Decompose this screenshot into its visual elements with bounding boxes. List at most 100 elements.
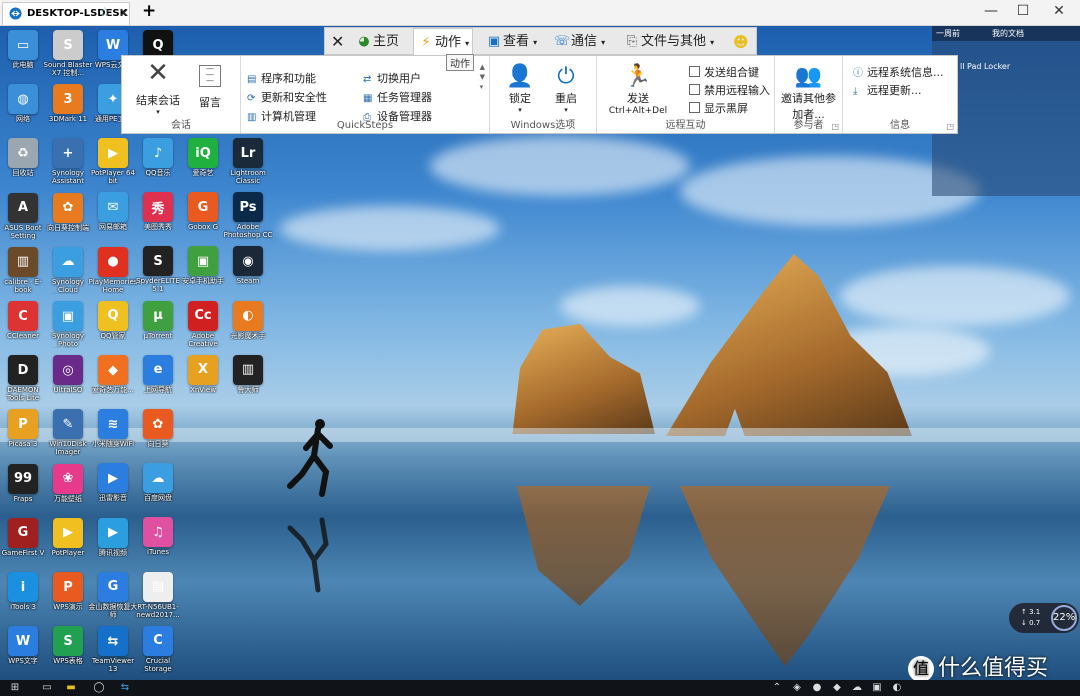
send-ctrl-alt-del-button[interactable]: 🏃 发送 Ctrl+Alt+Del [603,64,673,116]
tray-shield-icon[interactable]: ◈ [790,681,804,695]
desktop-icon[interactable]: + Synology Assistant [43,138,93,185]
desktop-icon[interactable]: CcAdobe Creative Cloud [178,300,228,348]
desktop-icon[interactable]: G GameFirst V [0,517,48,557]
desktop-icon[interactable]: ✎ Win10Disk Imager [43,409,93,456]
quickstep-programs[interactable]: ▤ 程序和功能 [247,70,316,86]
close-session-icon[interactable]: ✕ [331,32,344,52]
quickstep-task-manager[interactable]: ▦ 任务管理器 [363,89,432,105]
desktop-icon[interactable]: iQ 爱奇艺 [178,138,228,177]
desktop-icon[interactable]: S SpyderELITE 5.1 [133,246,183,293]
tray-icon[interactable]: ▣ [870,681,884,695]
desktop-icon[interactable]: ◍ 网络 [0,84,48,123]
task-view-icon[interactable]: ▭ [40,681,54,695]
desktop-icon[interactable]: ▣ 安卓手机助手 [178,246,228,285]
desktop-icon[interactable]: ❀ 万能壁纸 [43,463,93,503]
desktop-icon[interactable]: ▭ 此电脑 [0,30,48,69]
network-speed-widget[interactable]: ↑ 3.1 ↓ 0.7 22% [1009,603,1079,633]
desktop-icon[interactable]: i iTools 3 [0,572,48,611]
close-window-button[interactable]: ✕ [1044,3,1074,19]
tab-communicate[interactable]: ☏通信 ▾ [553,32,605,52]
desktop-icon[interactable]: CCrucial Storage Executive [133,625,183,673]
expand-icon[interactable]: ◳ [831,122,839,131]
remote-update-link[interactable]: ⤓ 远程更新... [853,82,922,98]
leave-message-button[interactable]: — — — 留言 [190,64,230,110]
desktop-icon[interactable]: W WPS文字 [0,626,48,665]
desktop-icon[interactable]: ▶ PotPlayer 64 bit [88,138,138,185]
desktop-icon[interactable]: ✉ 网易邮箱 [88,192,138,231]
desktop-icon[interactable]: P WPS演示 [43,572,93,611]
desktop-icon[interactable]: PsAdobe Photoshop CC 2018 [223,192,273,239]
panel-item[interactable]: ll Pad Locker [960,62,1010,71]
tray-up-icon[interactable]: ⌃ [770,681,784,695]
search-icon[interactable]: ◯ [92,681,106,695]
desktop-icon[interactable]: ◎ UltraISO [43,355,93,394]
desktop-icon[interactable]: ♫ iTunes [133,517,183,556]
close-icon[interactable]: ✕ [119,6,129,20]
desktop-icon[interactable]: Lr Lightroom Classic [223,138,273,185]
desktop-icon[interactable]: ☁ 百度网盘 [133,463,183,502]
quickstep-update-security[interactable]: ⟳ 更新和安全性 [247,89,327,105]
tab-view[interactable]: ▣ 查看 ▾ [485,32,537,52]
quicksteps-scroll[interactable]: ▲ ▼ ▾ [480,62,485,92]
desktop-icon[interactable]: D DAEMON Tools Lite [0,355,48,402]
quickstep-switch-user[interactable]: ⇄ 切换用户 [363,70,421,86]
desktop-icon[interactable]: ♻ 回收站 [0,138,48,177]
desktop-icon[interactable]: S Sound Blaster X7 控制... [43,30,93,77]
remote-system-info-link[interactable]: ⓘ 远程系统信息... [853,64,944,80]
tray-icon[interactable]: ☁ [850,681,864,695]
desktop-icon[interactable]: ▶ PotPlayer [43,517,93,557]
desktop-icon[interactable]: G 金山数据恢复大师 [88,571,138,619]
desktop-icon[interactable]: 99 Fraps [0,463,48,503]
restart-button[interactable]: ⏻ 重启 ▾ [546,64,586,114]
teamviewer-taskbar-icon[interactable]: ⇆ [118,681,132,695]
invite-participant-button[interactable]: 👥 邀请其他参 加者... [777,64,840,122]
desktop-icon[interactable]: ⇆ TeamViewer 13 [88,626,138,673]
desktop-icon[interactable]: µ µTorrent [133,300,183,340]
desktop-icon[interactable]: ▣Synology Photo Station... [43,301,93,348]
desktop-icon[interactable]: ▶ 迅雷影音 [88,463,138,502]
desktop-icon[interactable]: P Picasa 3 [0,409,48,448]
tray-icon[interactable]: ◆ [830,681,844,695]
desktop-icon[interactable]: X XnView [178,354,228,394]
desktop-icon[interactable]: C CCleaner [0,301,48,340]
desktop-icon[interactable]: A ASUS Boot Setting [0,192,48,240]
desktop-icon[interactable]: ◐ 光影魔术手 [223,300,273,340]
desktop-icon[interactable]: S WPS表格 [43,626,93,665]
desktop-icon[interactable]: ▥calibre - E-book manag... [0,246,48,294]
desktop-icon[interactable]: e 上网导航 [133,354,183,394]
desktop-icon[interactable]: ▥ 鲁大师 [223,354,273,394]
new-tab-button[interactable]: + [142,1,156,21]
desktop-icon[interactable]: ♪ QQ音乐 [133,138,183,177]
expand-icon[interactable]: ◳ [946,122,954,131]
desktop-icon[interactable]: ☁Synology Cloud Station... [43,246,93,294]
desktop-icon[interactable]: ≋ 小米随身WiFi [88,409,138,448]
desktop-icon[interactable]: 秀美图秀秀 [133,192,183,231]
tray-icon[interactable]: ● [810,681,824,695]
desktop-icon[interactable]: ● PlayMemories Home [88,246,138,294]
tab-home[interactable]: ◕ 主页 [355,32,399,52]
disable-remote-input-checkbox[interactable]: 禁用远程输入 [689,82,770,98]
maximize-button[interactable]: ☐ [1008,3,1038,19]
file-explorer-icon[interactable]: ▬ [64,681,78,695]
desktop-icon[interactable]: ✿ 向日葵控制端 [43,192,93,232]
minimize-button[interactable]: — [976,3,1006,19]
tab-files-extras[interactable]: ⎘ 文件与其他 ▾ [623,32,714,52]
tray-icon[interactable]: ◐ [890,681,904,695]
end-session-button[interactable]: ✕ 结束会话 ▾ [132,60,184,116]
send-key-combinations-checkbox[interactable]: 发送组合键 [689,64,759,80]
star-icon[interactable]: ☆ [99,5,111,20]
show-black-screen-checkbox[interactable]: 显示黑屏 [689,100,748,116]
desktop-icon[interactable]: Q QQ管家 [88,300,138,340]
desktop-icon[interactable]: G Gobox G [178,192,228,231]
smiley-icon[interactable]: ☻ [733,32,749,52]
tab-actions[interactable]: ⚡ 动作 ▾ [413,28,474,56]
desktop-icon[interactable]: ▶ 腾讯视频 [88,517,138,557]
desktop-icon[interactable]: ✿ 向日葵 [133,409,183,448]
start-button[interactable]: ⊞ [8,681,22,695]
session-tab[interactable]: DESKTOP-LSDESK ☆ ✕ [2,2,130,25]
desktop-icon[interactable]: ◉ Steam [223,246,273,285]
desktop-icon[interactable]: ◆ 爱奇艺万能... [88,355,138,394]
lock-button[interactable]: 👤 锁定 ▾ [500,64,540,114]
desktop-icon[interactable]: ▤ RT-N56UB1-newd2017... [133,571,183,619]
desktop-icon[interactable]: 3 3DMark 11 [43,84,93,123]
